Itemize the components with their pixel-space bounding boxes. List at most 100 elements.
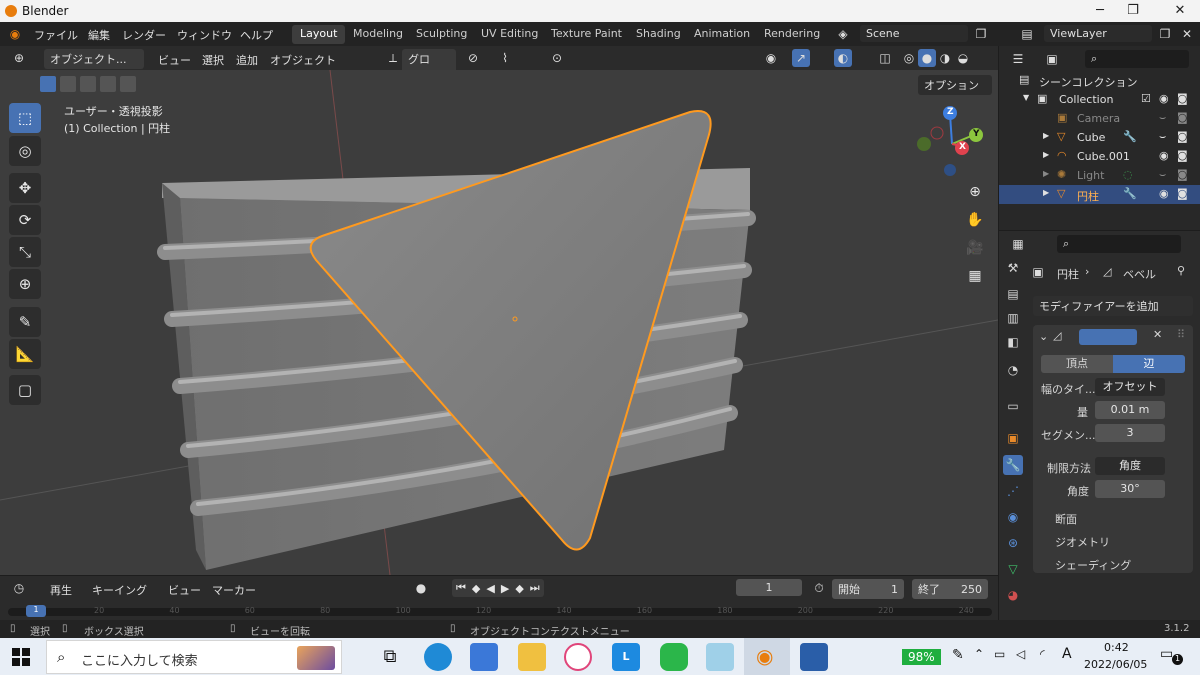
current-frame-field[interactable]: 1	[736, 579, 802, 596]
modifier-visibility-toggles[interactable]	[1079, 329, 1137, 345]
tab-uv-editing[interactable]: UV Editing	[473, 25, 546, 44]
outliner-item-collection[interactable]: ▼ ▣ Collection ☑ ◉ ◙	[999, 90, 1200, 109]
3d-viewport[interactable]: ユーザー・透視投影 (1) Collection | 円柱 オプション ⬚ ◎ …	[0, 70, 998, 575]
pen-icon[interactable]: ✎	[952, 647, 964, 663]
stopwatch-icon[interactable]: ⏱	[810, 579, 828, 597]
scale-tool[interactable]: ⤡	[9, 237, 41, 267]
eye-icon[interactable]: ◉	[1159, 149, 1169, 162]
itunes-icon[interactable]	[564, 643, 592, 671]
transform-orientation-icon[interactable]: ⟂	[384, 49, 402, 67]
move-tool[interactable]: ✥	[9, 173, 41, 203]
snap-icon[interactable]: ⌇	[496, 49, 514, 67]
tab-sculpting[interactable]: Sculpting	[408, 25, 475, 44]
mode-select[interactable]: オブジェクト...	[44, 49, 144, 69]
add-modifier-dropdown[interactable]: モディファイアーを追加	[1033, 296, 1193, 316]
marker-menu[interactable]: マーカー	[212, 582, 256, 598]
menu-window[interactable]: ウィンドウ	[177, 27, 232, 43]
new-view-layer-icon[interactable]: ❐	[1156, 25, 1174, 43]
outliner-item-light[interactable]: ▶ ✺ Light ◌ ⌣ ◙	[999, 166, 1200, 185]
properties-editor-icon[interactable]: ▦	[1009, 235, 1027, 253]
properties-search-input[interactable]: ⌕	[1057, 235, 1181, 253]
expand-arrow-icon[interactable]: ▼	[1023, 93, 1029, 102]
outliner-item-cube-001[interactable]: ▶ ◠ Cube.001 ◉ ◙	[999, 147, 1200, 166]
eye-icon[interactable]: ◉	[1159, 187, 1169, 200]
task-view-icon[interactable]: ⧉	[376, 643, 404, 671]
line-app-icon[interactable]	[660, 643, 688, 671]
playback-menu[interactable]: 再生	[50, 582, 72, 598]
vertices-tab[interactable]: 頂点	[1041, 355, 1113, 373]
annotate-tool[interactable]: ✎	[9, 307, 41, 337]
edges-tab[interactable]: 辺	[1113, 355, 1185, 373]
scene-icon[interactable]: ◈	[834, 25, 852, 43]
physics-tab-icon[interactable]: ◉	[1003, 507, 1023, 527]
visibility-icon[interactable]: ◉	[762, 49, 780, 67]
ime-indicator[interactable]: A	[1062, 646, 1072, 662]
play-reverse-icon[interactable]: ◀	[486, 582, 494, 595]
store-icon[interactable]	[470, 643, 498, 671]
battery-icon[interactable]: ▭	[994, 647, 1005, 661]
close-button[interactable]: ✕	[1160, 0, 1200, 22]
clock-time[interactable]: 0:42	[1104, 641, 1129, 654]
navigation-gizmo[interactable]: Z Y X	[912, 104, 992, 184]
checkbox-icon[interactable]: ☑	[1141, 92, 1151, 105]
proportional-edit-icon[interactable]: ⊙	[548, 49, 566, 67]
world-tab-icon[interactable]: ▭	[1003, 396, 1023, 416]
edge-browser-icon[interactable]	[424, 643, 452, 671]
tab-rendering[interactable]: Rendering	[756, 25, 828, 44]
angle-field[interactable]: 30°	[1095, 480, 1165, 498]
expand-arrow-icon[interactable]: ▶	[1043, 150, 1049, 159]
tab-shading[interactable]: Shading	[628, 25, 689, 44]
view-layer-icon[interactable]: ▤	[1018, 25, 1036, 43]
camera-render-icon[interactable]: ◙	[1177, 187, 1188, 200]
outliner-search-input[interactable]: ⌕	[1085, 50, 1189, 68]
end-frame-field[interactable]: 終了 250	[912, 579, 988, 599]
add-cube-tool[interactable]: ▢	[9, 375, 41, 405]
current-frame-marker[interactable]: 1	[26, 605, 46, 617]
material-tab-icon[interactable]: ◕	[1003, 585, 1023, 605]
new-scene-icon[interactable]: ❐	[972, 25, 990, 43]
expand-arrow-icon[interactable]: ▶	[1043, 188, 1049, 197]
tab-modeling[interactable]: Modeling	[345, 25, 411, 44]
volume-icon[interactable]: ◁	[1016, 647, 1025, 661]
view-layer-field[interactable]: ViewLayer	[1044, 25, 1152, 42]
outliner-editor-icon[interactable]: ☰	[1009, 50, 1027, 68]
wifi-icon[interactable]: ◜	[1040, 647, 1045, 661]
select-invert-icon[interactable]	[100, 76, 116, 92]
outliner-item-cube[interactable]: ▶ ▽ Cube 🔧 ⌣ ◙	[999, 128, 1200, 147]
cursor-tool[interactable]: ◎	[9, 136, 41, 166]
view-layer-tab-icon[interactable]: ◧	[1003, 332, 1023, 352]
prev-keyframe-icon[interactable]: ◆	[472, 582, 480, 595]
pivot-icon[interactable]: ⊘	[464, 49, 482, 67]
select-extend-icon[interactable]	[60, 76, 76, 92]
record-icon[interactable]: ●	[412, 579, 430, 597]
menu-add[interactable]: 追加	[236, 52, 258, 68]
tab-animation[interactable]: Animation	[686, 25, 758, 44]
eye-closed-icon[interactable]: ⌣	[1159, 130, 1166, 144]
select-new-icon[interactable]	[40, 76, 56, 92]
file-explorer-icon[interactable]	[518, 643, 546, 671]
gizmo-toggle-icon[interactable]: ↗	[792, 49, 810, 67]
pin-icon[interactable]: ⚲	[1177, 264, 1185, 277]
collapse-arrow-icon[interactable]: ⌄	[1039, 330, 1048, 343]
tray-expand-icon[interactable]: ⌃	[974, 647, 984, 661]
expand-arrow-icon[interactable]: ▶	[1043, 131, 1049, 140]
timeline-editor-icon[interactable]: ◷	[10, 579, 28, 597]
section-profile[interactable]: 断面	[1055, 511, 1077, 527]
app-l-icon[interactable]: L	[612, 643, 640, 671]
remove-view-layer-icon[interactable]: ✕	[1178, 25, 1196, 43]
zoom-icon[interactable]: ⊕	[962, 179, 988, 205]
constraints-tab-icon[interactable]: ⊛	[1003, 533, 1023, 553]
camera-render-icon[interactable]: ◙	[1177, 149, 1188, 162]
eye-icon[interactable]: ◉	[1159, 92, 1169, 105]
menu-select[interactable]: 選択	[202, 52, 224, 68]
outliner-scene-collection[interactable]: ▤ シーンコレクション	[999, 71, 1200, 90]
display-mode-icon[interactable]: ▣	[1043, 50, 1061, 68]
section-geometry[interactable]: ジオメトリ	[1055, 534, 1110, 550]
expand-arrow-icon[interactable]: ▶	[1043, 169, 1049, 178]
select-subtract-icon[interactable]	[80, 76, 96, 92]
wireframe-shading-icon[interactable]: ◎	[900, 49, 918, 67]
data-tab-icon[interactable]: ▽	[1003, 559, 1023, 579]
camera-render-icon[interactable]: ◙	[1177, 168, 1188, 181]
timeline-view-menu[interactable]: ビュー	[168, 582, 201, 598]
solid-shading-icon[interactable]: ●	[918, 49, 936, 67]
